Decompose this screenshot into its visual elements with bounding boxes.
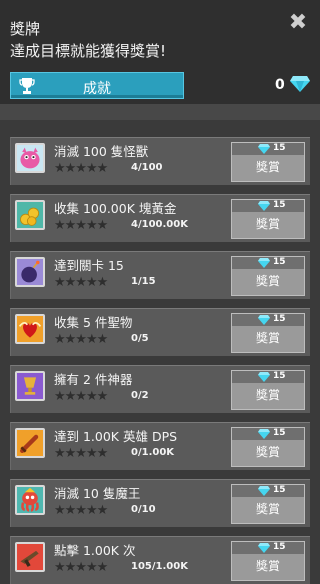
diamond-icon: [258, 372, 270, 382]
achievement-name: 達到 1.00K 英雄 DPS: [54, 429, 178, 444]
gold-coins-icon: [15, 200, 45, 230]
claim-reward-button[interactable]: 15 獎賞: [231, 199, 305, 239]
achievement-name: 消滅 100 隻怪獸: [54, 144, 149, 159]
achievement-card: 收集 5 件聖物 ★★★★★ 0/5 15 獎賞: [10, 308, 310, 356]
reward-amount: 15: [273, 314, 286, 324]
reward-amount: 15: [273, 200, 286, 210]
star-rating: ★★★★★: [54, 161, 108, 176]
achievement-progress: 105/1.00K: [131, 561, 188, 572]
achievement-card: 達到關卡 15 ★★★★★ 1/15 15 獎賞: [10, 251, 310, 299]
diamond-icon: [258, 201, 270, 211]
achievement-card: 消滅 100 隻怪獸 ★★★★★ 4/100 15 獎賞: [10, 137, 310, 185]
reward-amount: 15: [273, 542, 286, 552]
star-rating: ★★★★★: [54, 332, 108, 347]
claim-label: 獎賞: [255, 274, 280, 288]
claim-label: 獎賞: [255, 388, 280, 402]
achievement-name: 點擊 1.00K 次: [54, 543, 136, 558]
claim-reward-button[interactable]: 15 獎賞: [231, 142, 305, 182]
reward-amount: 15: [273, 428, 286, 438]
achievement-name: 達到關卡 15: [54, 258, 124, 273]
relic-heart-icon: [15, 314, 45, 344]
reward-amount: 15: [273, 371, 286, 381]
page-title: 獎牌: [10, 20, 41, 38]
diamond-icon: [258, 315, 270, 325]
diamond-icon: [290, 76, 310, 92]
reward-amount: 15: [273, 143, 286, 153]
claim-label: 獎賞: [255, 502, 280, 516]
gem-count: 0: [275, 77, 285, 93]
diamond-icon: [258, 144, 270, 154]
diamond-icon: [258, 429, 270, 439]
star-rating: ★★★★★: [54, 446, 108, 461]
diamond-icon: [258, 486, 270, 496]
achievement-progress: 4/100.00K: [131, 219, 188, 230]
star-rating: ★★★★★: [54, 503, 108, 518]
divider-strip: [0, 104, 320, 120]
bomb-icon: [15, 257, 45, 287]
diamond-icon: [258, 258, 270, 268]
sword-icon: [15, 428, 45, 458]
star-rating: ★★★★★: [54, 389, 108, 404]
diamond-icon: [258, 543, 270, 553]
achievement-name: 擁有 2 件神器: [54, 372, 133, 387]
claim-label: 獎賞: [255, 160, 280, 174]
claim-label: 獎賞: [255, 445, 280, 459]
star-rating: ★★★★★: [54, 218, 108, 233]
achievement-name: 消滅 10 隻魔王: [54, 486, 141, 501]
page-subtitle: 達成目標就能獲得獎賞!: [10, 42, 167, 60]
claim-reward-button[interactable]: 15 獎賞: [231, 427, 305, 467]
achievement-progress: 4/100: [131, 162, 163, 173]
claim-reward-button[interactable]: 15 獎賞: [231, 313, 305, 353]
achievement-progress: 0/5: [131, 333, 149, 344]
header: 獎牌 達成目標就能獲得獎賞! ✖ 成就 0: [0, 0, 320, 104]
reward-amount: 15: [273, 257, 286, 267]
claim-label: 獎賞: [255, 331, 280, 345]
achievement-progress: 1/15: [131, 276, 156, 287]
achievement-progress: 0/2: [131, 390, 149, 401]
claim-reward-button[interactable]: 15 獎賞: [231, 484, 305, 524]
claim-label: 獎賞: [255, 217, 280, 231]
artifact-cup-icon: [15, 371, 45, 401]
achievement-card: 點擊 1.00K 次 ★★★★★ 105/1.00K 15 獎賞: [10, 536, 310, 584]
reward-amount: 15: [273, 485, 286, 495]
claim-reward-button[interactable]: 15 獎賞: [231, 256, 305, 296]
pink-monster-icon: [15, 143, 45, 173]
tab-achievements[interactable]: 成就: [10, 72, 184, 99]
claim-reward-button[interactable]: 15 獎賞: [231, 541, 305, 581]
claim-reward-button[interactable]: 15 獎賞: [231, 370, 305, 410]
boss-octopus-icon: [15, 485, 45, 515]
claim-label: 獎賞: [255, 559, 280, 573]
achievement-card: 擁有 2 件神器 ★★★★★ 0/2 15 獎賞: [10, 365, 310, 413]
achievement-name: 收集 100.00K 塊黃金: [54, 201, 177, 216]
star-rating: ★★★★★: [54, 275, 108, 290]
achievement-progress: 0/1.00K: [131, 447, 175, 458]
achievement-card: 達到 1.00K 英雄 DPS ★★★★★ 0/1.00K 15 獎賞: [10, 422, 310, 470]
tab-label: 成就: [83, 81, 111, 97]
achievement-name: 收集 5 件聖物: [54, 315, 133, 330]
close-icon[interactable]: ✖: [288, 12, 308, 34]
achievement-card: 收集 100.00K 塊黃金 ★★★★★ 4/100.00K 15 獎賞: [10, 194, 310, 242]
achievement-card: 消滅 10 隻魔王 ★★★★★ 0/10 15 獎賞: [10, 479, 310, 527]
achievement-progress: 0/10: [131, 504, 156, 515]
